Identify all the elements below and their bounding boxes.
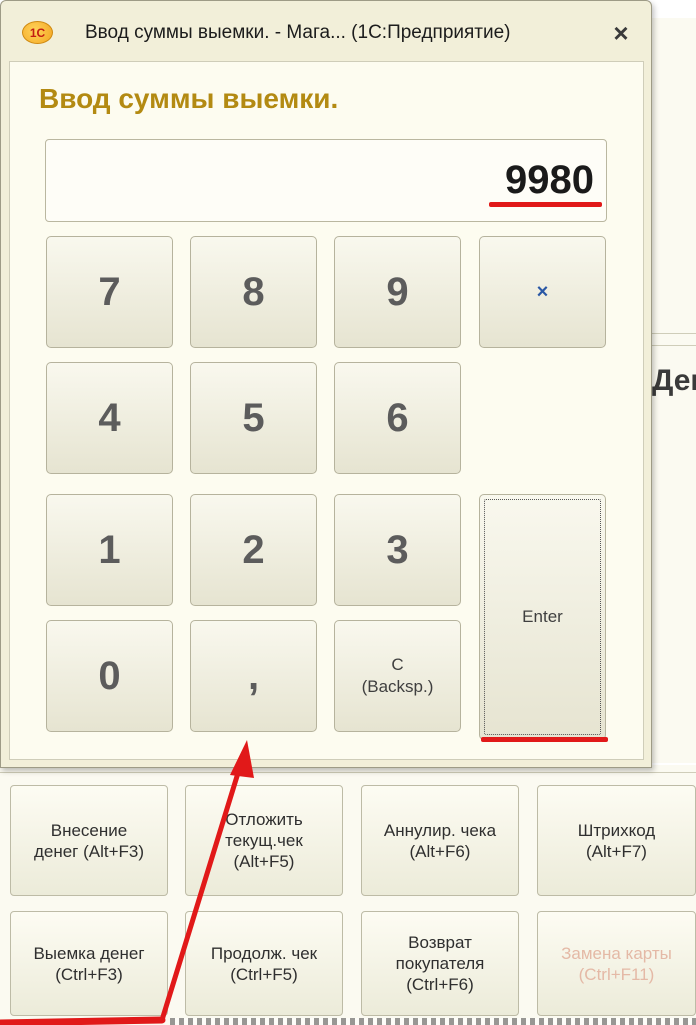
key-1[interactable]: 1 (46, 494, 173, 606)
focus-outline (484, 499, 601, 735)
key-4[interactable]: 4 (46, 362, 173, 474)
key-6[interactable]: 6 (334, 362, 461, 474)
divider (0, 772, 696, 773)
customer-return-button[interactable]: Возврат покупателя (Ctrl+F6) (361, 911, 519, 1016)
clear-key[interactable]: × (479, 236, 606, 348)
titlebar[interactable]: 1С Ввод суммы выемки. - Мага... (1С:Пред… (1, 1, 651, 61)
annotation-underline (489, 202, 602, 207)
cancel-receipt-button[interactable]: Аннулир. чека (Alt+F6) (361, 785, 519, 896)
window-title: Ввод суммы выемки. - Мага... (1С:Предпри… (85, 22, 511, 43)
withdraw-money-button[interactable]: Выемка денег (Ctrl+F3) (10, 911, 168, 1016)
status-strip (170, 1018, 696, 1025)
amount-input[interactable]: 9980 (45, 139, 607, 222)
defer-receipt-button[interactable]: Отложить текущ.чек (Alt+F5) (185, 785, 343, 896)
close-button[interactable]: × (605, 18, 637, 48)
key-3[interactable]: 3 (334, 494, 461, 606)
divider (652, 345, 696, 346)
key-2[interactable]: 2 (190, 494, 317, 606)
enter-key[interactable]: Enter (479, 494, 606, 740)
continue-receipt-button[interactable]: Продолж. чек (Ctrl+F5) (185, 911, 343, 1016)
app-logo-icon: 1С (22, 21, 53, 44)
key-comma[interactable]: , (190, 620, 317, 732)
dialog-heading: Ввод суммы выемки. (39, 83, 339, 114)
key-5[interactable]: 5 (190, 362, 317, 474)
backspace-key[interactable]: C (Backsp.) (334, 620, 461, 732)
annotation-underline (481, 737, 608, 742)
key-9[interactable]: 9 (334, 236, 461, 348)
replace-card-button: Замена карты (Ctrl+F11) (537, 911, 696, 1016)
deposit-money-button[interactable]: Внесение денег (Alt+F3) (10, 785, 168, 896)
key-0[interactable]: 0 (46, 620, 173, 732)
background-column-header: Ден (652, 364, 696, 397)
barcode-button[interactable]: Штрихкод (Alt+F7) (537, 785, 696, 896)
divider (652, 333, 696, 334)
key-7[interactable]: 7 (46, 236, 173, 348)
key-8[interactable]: 8 (190, 236, 317, 348)
amount-value: 9980 (505, 158, 594, 202)
